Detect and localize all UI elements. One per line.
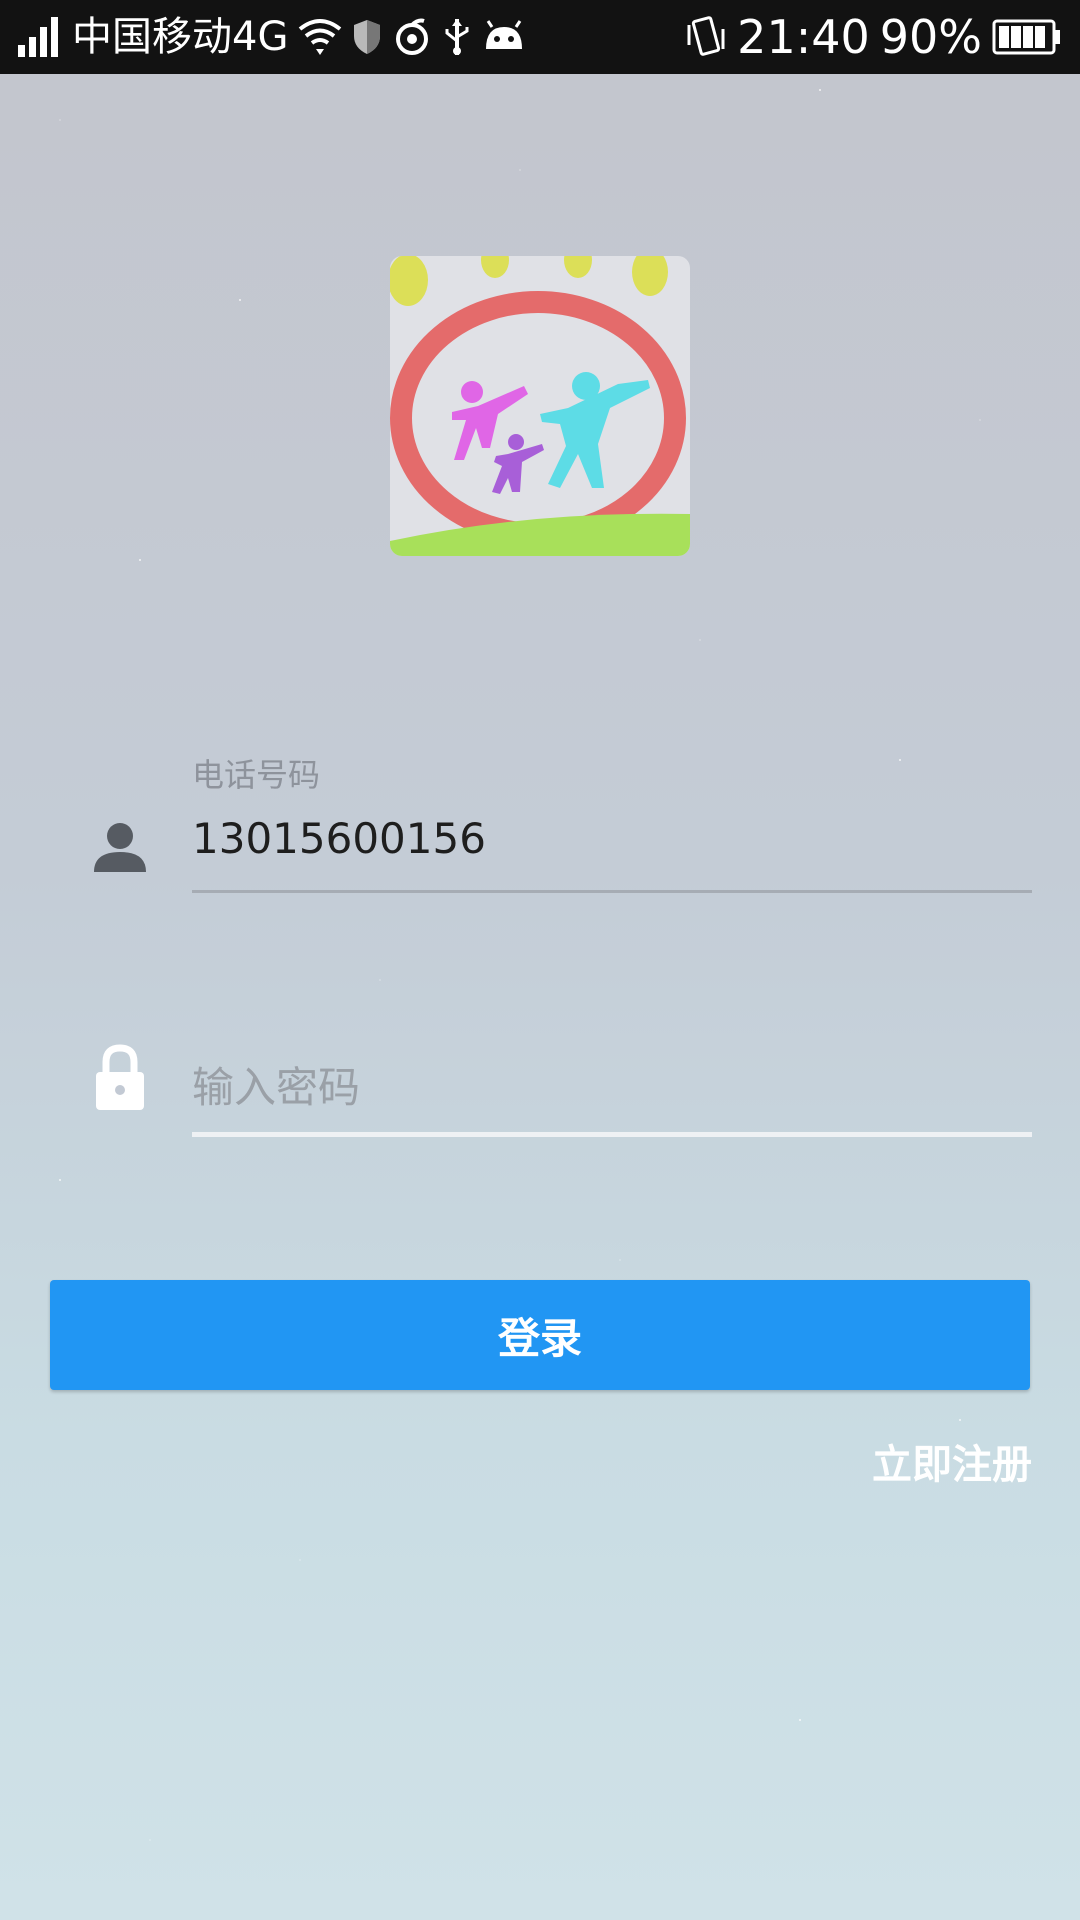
lock-icon — [92, 1044, 148, 1110]
phone-input[interactable]: 13015600156 — [192, 814, 486, 863]
usb-icon — [442, 17, 472, 57]
phone-underline — [192, 890, 1032, 893]
wifi-icon — [298, 17, 342, 57]
password-underline — [192, 1132, 1032, 1137]
carrier-label: 中国移动4G — [72, 14, 289, 60]
register-link[interactable]: 立即注册 — [872, 1432, 1032, 1490]
shield-icon — [352, 18, 382, 56]
status-left: 中国移动4G — [18, 17, 526, 57]
app-logo — [390, 256, 690, 556]
netease-icon — [392, 17, 432, 57]
phone-label: 电话号码 — [192, 756, 321, 794]
password-input[interactable]: 输入密码 — [192, 1054, 360, 1115]
vibrate-icon — [685, 15, 727, 59]
status-bar: 中国移动4G 21:40 90% — [0, 0, 1080, 74]
android-icon — [482, 19, 526, 55]
signal-icon — [18, 17, 62, 57]
status-right: 21:40 90% — [685, 14, 1062, 60]
login-button[interactable]: 登录 — [50, 1280, 1030, 1390]
person-icon — [92, 820, 148, 876]
clock: 21:40 — [737, 10, 870, 64]
battery-icon — [992, 17, 1062, 57]
battery-percentage: 90% — [879, 10, 982, 64]
